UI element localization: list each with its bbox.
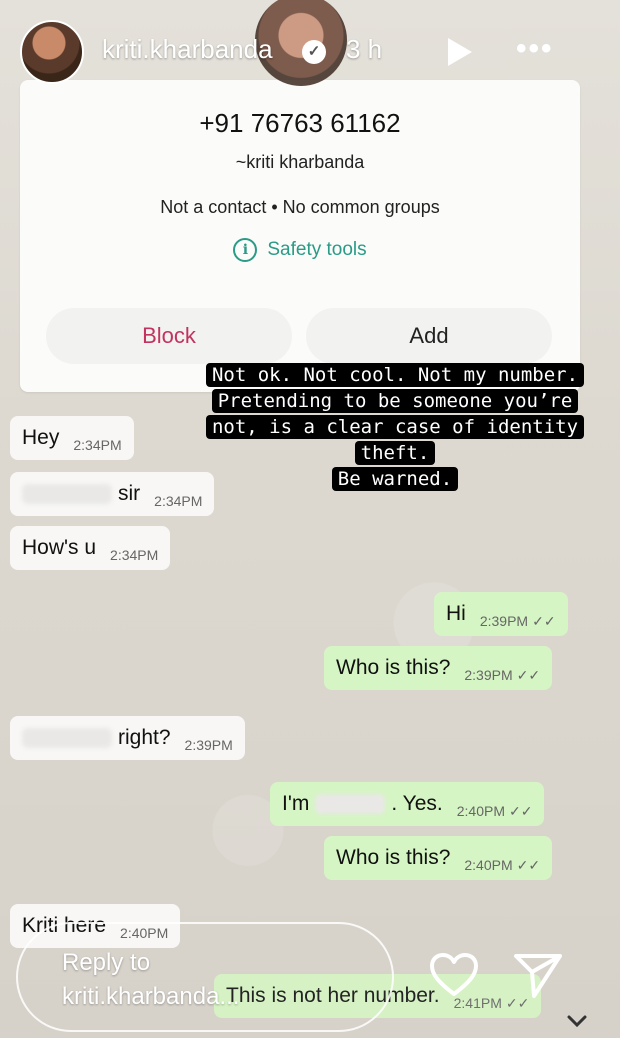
message-text: Hi xyxy=(446,602,466,625)
block-button[interactable]: Block xyxy=(46,308,292,364)
redacted-text xyxy=(22,728,112,748)
caption-line: Not ok. Not cool. Not my number. xyxy=(205,363,585,387)
safety-tools-link[interactable]: i Safety tools xyxy=(20,238,580,262)
message-text: Who is this? xyxy=(336,846,451,869)
reply-input[interactable]: Reply to kriti.kharbanda... xyxy=(16,922,394,1032)
message-text: Hey xyxy=(22,426,60,449)
message-time: 2:34PM xyxy=(154,493,203,509)
story-caption: Not ok. Not cool. Not my number. Pretend… xyxy=(200,362,590,492)
double-check-icon: ✓✓ xyxy=(532,612,556,629)
message-text: How's u xyxy=(22,536,97,559)
redacted-text xyxy=(315,794,386,814)
story-username[interactable]: kriti.kharbanda xyxy=(102,34,273,65)
contact-info: Not a contact • No common groups xyxy=(160,197,440,217)
info-icon: i xyxy=(233,238,258,262)
caption-line: Be warned. xyxy=(331,467,459,491)
caption-line: not, is a clear case of identity xyxy=(205,415,585,439)
avatar[interactable] xyxy=(20,20,84,84)
reply-placeholder-line2: kriti.kharbanda... xyxy=(62,983,240,1010)
play-icon[interactable] xyxy=(448,38,472,66)
message-time: 2:40PM xyxy=(456,803,505,819)
message-time: 2:39PM xyxy=(464,667,513,683)
message-text: . Yes. xyxy=(391,792,443,815)
message-time: 2:40PM xyxy=(464,857,513,873)
story-time: 3 h xyxy=(346,34,383,64)
message-time: 2:39PM xyxy=(184,737,233,753)
caption-line: Pretending to be someone you’re xyxy=(211,389,579,413)
message-bubble: How's u 2:34PM xyxy=(10,526,171,570)
double-check-icon: ✓✓ xyxy=(508,802,533,819)
message-bubble: sir 2:34PM xyxy=(10,472,215,516)
message-bubble: Hey 2:34PM xyxy=(10,416,134,460)
message-time: 2:34PM xyxy=(110,547,159,563)
message-time: 2:34PM xyxy=(73,437,122,453)
message-time: 2:39PM xyxy=(479,613,529,629)
caption-line: theft. xyxy=(354,441,436,465)
message-bubble: Who is this? 2:39PM ✓✓ xyxy=(324,646,553,690)
message-bubble: right? 2:39PM xyxy=(10,716,245,760)
contact-phone: +91 76763 61162 xyxy=(199,108,401,138)
add-button[interactable]: Add xyxy=(306,308,552,364)
send-icon[interactable] xyxy=(512,952,564,998)
message-text: sir xyxy=(118,482,141,505)
more-icon[interactable]: ••• xyxy=(516,34,554,64)
message-text: right? xyxy=(118,726,171,749)
message-bubble: I'm . Yes. 2:40PM ✓✓ xyxy=(270,782,545,826)
message-bubble: Who is this? 2:40PM ✓✓ xyxy=(324,836,553,880)
message-bubble: Hi 2:39PM ✓✓ xyxy=(434,592,568,636)
message-text: Who is this? xyxy=(336,656,451,679)
chevron-down-icon[interactable] xyxy=(566,1014,588,1028)
heart-icon[interactable] xyxy=(428,952,480,998)
safety-tools-label: Safety tools xyxy=(267,239,367,260)
story-header: kriti.kharbanda ✓ 3 h ••• xyxy=(0,0,620,110)
contact-card: +91 76763 61162 ~kriti kharbanda Not a c… xyxy=(20,80,580,392)
message-prefix: I'm xyxy=(282,792,310,815)
double-check-icon: ✓✓ xyxy=(516,666,541,683)
double-check-icon: ✓✓ xyxy=(516,856,541,873)
redacted-text xyxy=(22,484,112,504)
verified-badge-icon: ✓ xyxy=(302,40,326,64)
contact-name: ~kriti kharbanda xyxy=(235,152,365,172)
reply-placeholder-line1: Reply to xyxy=(62,949,151,976)
